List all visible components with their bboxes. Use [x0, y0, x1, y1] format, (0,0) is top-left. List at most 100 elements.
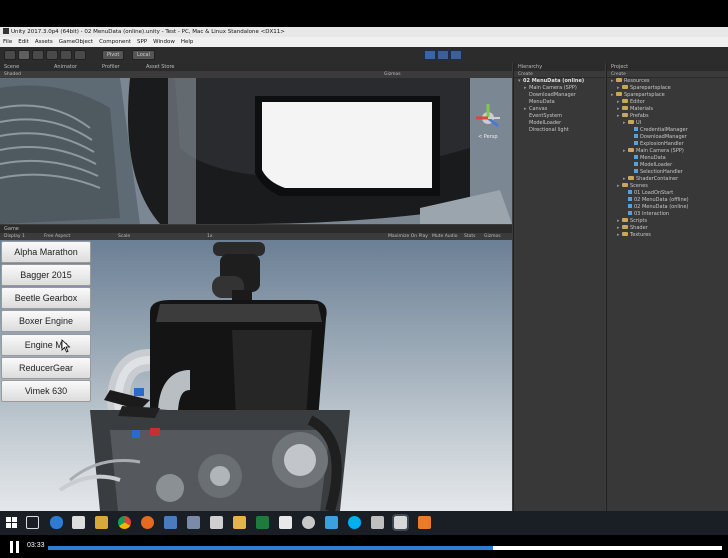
game-gizmos-dropdown[interactable]: Gizmos — [484, 233, 501, 240]
project-folder[interactable]: ▸ Prefabs — [607, 113, 728, 120]
tab-profiler[interactable]: Profiler — [102, 63, 120, 71]
project-folder[interactable]: ▸ Sparepartsplace — [607, 85, 728, 92]
project-folder[interactable]: ▸ Main Camera (SPP) — [607, 148, 728, 155]
project-asset[interactable]: 02 MenuData (online) — [607, 204, 728, 211]
move-tool-button[interactable] — [18, 50, 30, 60]
local-toggle[interactable]: Local — [132, 50, 155, 60]
display-dropdown[interactable]: Display 1 — [4, 233, 25, 240]
gizmo-persp-label: < Persp — [478, 134, 498, 140]
hierarchy-item[interactable]: ▸ Canvas — [514, 106, 605, 113]
scene-gizmos-dropdown[interactable]: Gizmos — [384, 71, 401, 78]
menu-help[interactable]: Help — [181, 37, 194, 47]
project-asset[interactable]: DownloadManager — [607, 134, 728, 141]
pivot-toggle[interactable]: Pivot — [102, 50, 125, 60]
store-icon[interactable] — [72, 516, 85, 529]
hand-tool-button[interactable] — [4, 50, 16, 60]
play-button[interactable] — [424, 50, 436, 60]
project-asset[interactable]: ExplosionHandler — [607, 141, 728, 148]
pause-icon[interactable] — [9, 541, 21, 553]
mute-audio-toggle[interactable]: Mute Audio — [432, 233, 458, 240]
menu-button-beetle-gearbox[interactable]: Beetle Gearbox — [1, 287, 91, 309]
windows-start-icon[interactable] — [5, 516, 18, 529]
scale-value[interactable]: 1x — [207, 233, 213, 240]
hierarchy-item[interactable]: EventSystem — [514, 113, 605, 120]
project-folder[interactable]: ▸ Editor — [607, 99, 728, 106]
project-folder[interactable]: ▸ Resources — [607, 78, 728, 85]
menu-assets[interactable]: Assets — [35, 37, 53, 47]
hierarchy-item[interactable]: ▸ Main Camera (SPP) — [514, 85, 605, 92]
app-icon[interactable] — [418, 516, 431, 529]
tab-project[interactable]: Project — [607, 63, 728, 71]
aspect-dropdown[interactable]: Free Aspect — [44, 233, 70, 240]
explorer-icon[interactable] — [95, 516, 108, 529]
tab-hierarchy[interactable]: Hierarchy — [514, 63, 605, 71]
step-button[interactable] — [450, 50, 462, 60]
hierarchy-create-dropdown[interactable]: Create — [514, 71, 605, 78]
project-asset[interactable]: 01 LoadOnStart — [607, 190, 728, 197]
firefox-icon[interactable] — [141, 516, 154, 529]
spreadsheet-icon[interactable] — [256, 516, 269, 529]
project-asset[interactable]: SelectionHandler — [607, 169, 728, 176]
pause-button[interactable] — [437, 50, 449, 60]
app-icon[interactable] — [325, 516, 338, 529]
task-view-icon[interactable] — [26, 516, 39, 529]
project-folder[interactable]: ▸ Scenes — [607, 183, 728, 190]
scene-viewport[interactable]: < Persp — [0, 78, 512, 224]
chrome-icon[interactable] — [118, 516, 131, 529]
app-icon[interactable] — [187, 516, 200, 529]
menu-button-engine-mk[interactable]: Engine Mk — [1, 334, 91, 356]
tab-game[interactable]: Game — [4, 225, 19, 233]
menu-file[interactable]: File — [3, 37, 12, 47]
menu-spp[interactable]: SPP — [137, 37, 147, 47]
project-folder[interactable]: ▸ ShaderContainer — [607, 176, 728, 183]
unity-icon[interactable] — [392, 514, 409, 531]
project-asset[interactable]: 02 MenuData (offline) — [607, 197, 728, 204]
transform-tool-button[interactable] — [74, 50, 86, 60]
project-folder[interactable]: ▸ Shader — [607, 225, 728, 232]
tab-scene[interactable]: Scene — [4, 63, 19, 71]
maximize-on-play-toggle[interactable]: Maximize On Play — [388, 233, 428, 240]
menu-button-boxer-engine[interactable]: Boxer Engine — [1, 310, 91, 332]
app-icon[interactable] — [279, 516, 292, 529]
stats-toggle[interactable]: Stats — [464, 233, 476, 240]
project-create-dropdown[interactable]: Create — [607, 71, 728, 78]
menu-button-vimek-630[interactable]: Vimek 630 — [1, 380, 91, 402]
menu-window[interactable]: Window — [153, 37, 175, 47]
progress-bar[interactable] — [48, 546, 722, 550]
menu-button-alpha-marathon[interactable]: Alpha Marathon — [1, 241, 91, 263]
scale-tool-button[interactable] — [46, 50, 58, 60]
shading-mode-dropdown[interactable]: Shaded — [4, 71, 21, 78]
menu-gameobject[interactable]: GameObject — [59, 37, 93, 47]
tab-asset-store[interactable]: Asset Store — [146, 63, 174, 71]
project-folder[interactable]: ▸ Scripts — [607, 218, 728, 225]
game-viewport[interactable]: Alpha Marathon Bagger 2015 Beetle Gearbo… — [0, 240, 512, 511]
hierarchy-scene-root[interactable]: ▾ 02 MenuData (online) — [514, 78, 605, 85]
project-folder[interactable]: ▸ Sparepartsplace — [607, 92, 728, 99]
hierarchy-item[interactable]: ModelLoader — [514, 120, 605, 127]
menu-button-bagger-2015[interactable]: Bagger 2015 — [1, 264, 91, 286]
project-asset[interactable]: CredentialManager — [607, 127, 728, 134]
project-asset[interactable]: MenuData — [607, 155, 728, 162]
menu-component[interactable]: Component — [99, 37, 131, 47]
asset-icon — [628, 197, 632, 201]
folder-icon[interactable] — [233, 516, 246, 529]
settings-icon[interactable] — [302, 516, 315, 529]
project-asset[interactable]: 03 Interaction — [607, 211, 728, 218]
skype-icon[interactable] — [348, 516, 361, 529]
project-asset[interactable]: ModelLoader — [607, 162, 728, 169]
menu-edit[interactable]: Edit — [18, 37, 29, 47]
hierarchy-item[interactable]: DownloadManager — [514, 92, 605, 99]
project-folder[interactable]: ▸ Textures — [607, 232, 728, 239]
app-icon[interactable] — [164, 516, 177, 529]
rotate-tool-button[interactable] — [32, 50, 44, 60]
edge-icon[interactable] — [50, 516, 63, 529]
app-icon[interactable] — [210, 516, 223, 529]
project-folder[interactable]: ▸ Materials — [607, 106, 728, 113]
app-icon[interactable] — [371, 516, 384, 529]
menu-button-reducergear[interactable]: ReducerGear — [1, 357, 91, 379]
rect-tool-button[interactable] — [60, 50, 72, 60]
project-folder[interactable]: ▸ UI — [607, 120, 728, 127]
hierarchy-item[interactable]: MenuData — [514, 99, 605, 106]
tab-animator[interactable]: Animator — [54, 63, 77, 71]
hierarchy-item[interactable]: Directional light — [514, 127, 605, 134]
